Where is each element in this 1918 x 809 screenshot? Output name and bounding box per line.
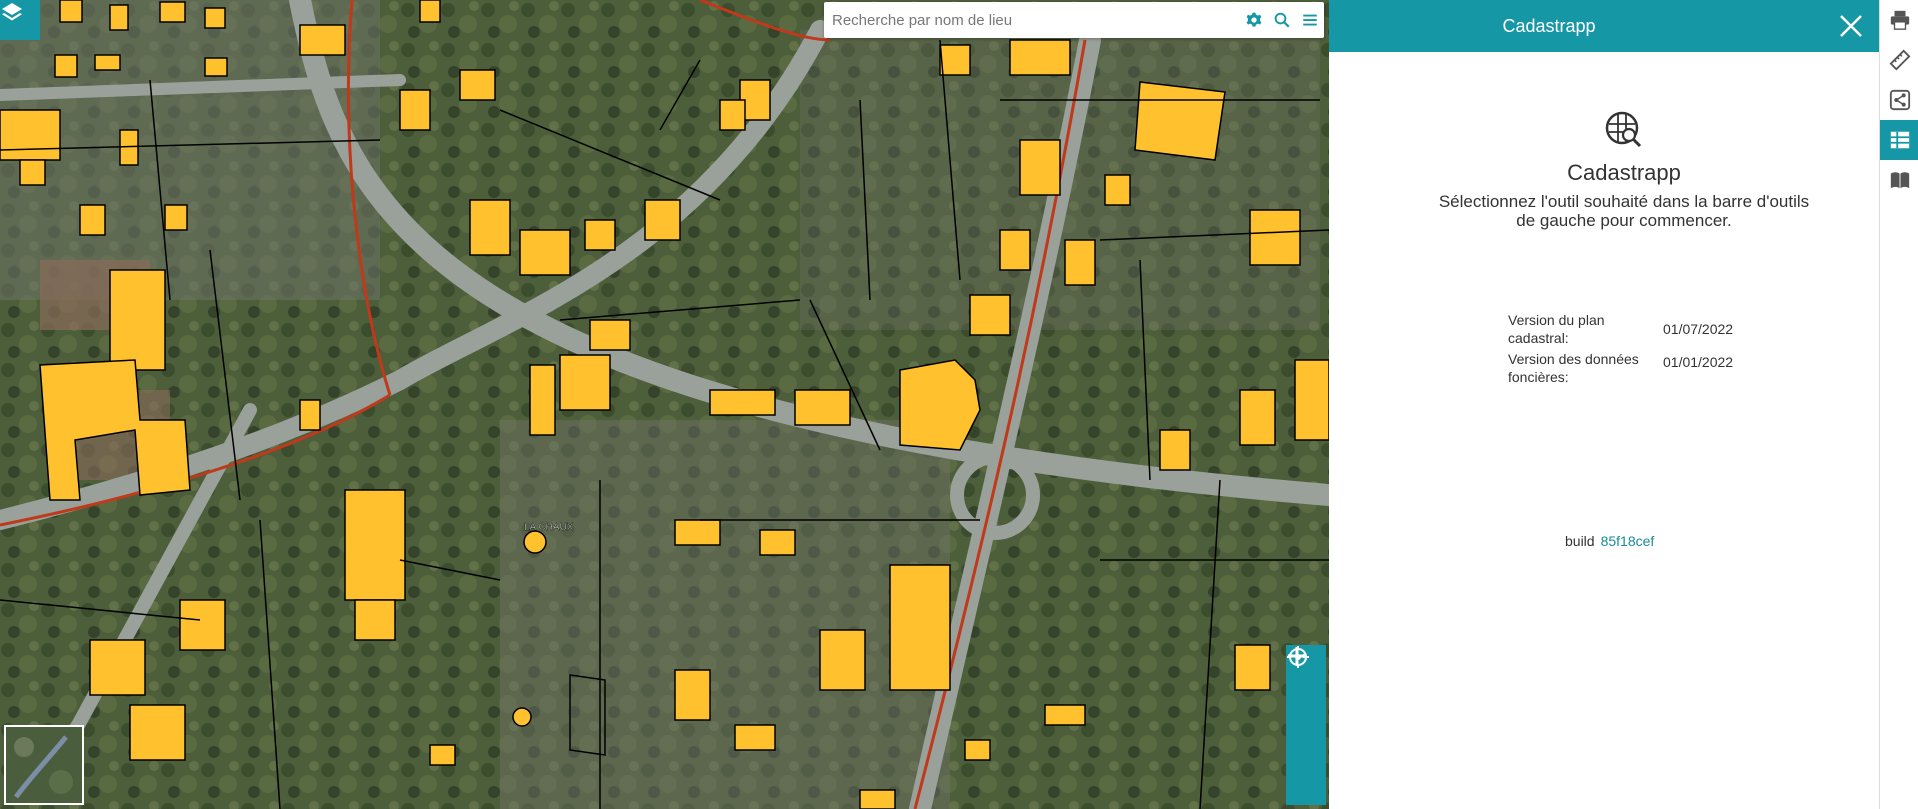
cadastrapp-logo-icon — [1605, 111, 1642, 148]
search-bar — [824, 2, 1324, 38]
right-toolbar — [1879, 0, 1918, 809]
build-label: build — [1565, 533, 1595, 549]
place-label: LA CHAUX — [524, 522, 574, 533]
panel-header: Cadastrapp — [1329, 0, 1879, 52]
map-canvas: LA CHAUX — [0, 0, 1329, 809]
book-icon — [1890, 172, 1909, 189]
more-button[interactable] — [1286, 653, 1326, 805]
version-value: 01/07/2022 — [1663, 321, 1734, 337]
cadastrapp-panel: Cadastrapp Cadastrapp Sélectionnez l'out… — [1329, 0, 1879, 809]
print-button[interactable] — [1880, 0, 1918, 40]
search-settings-button[interactable] — [1240, 3, 1268, 37]
zoom-out-button[interactable] — [1286, 654, 1326, 765]
search-button[interactable] — [1268, 3, 1296, 37]
print-icon — [1890, 10, 1909, 30]
measure-button[interactable] — [1880, 40, 1918, 80]
build-link[interactable]: 85f18cef — [1601, 533, 1655, 549]
zoom-in-button[interactable] — [1286, 647, 1326, 725]
version-label: Version du plan cadastral: — [1508, 312, 1605, 346]
build-info: build 85f18cef — [1565, 533, 1654, 549]
cadastrapp-button[interactable] — [1880, 120, 1918, 160]
map-view[interactable]: LA CHAUX — [0, 0, 1329, 809]
search-icon — [1274, 12, 1290, 28]
layers-icon — [2, 3, 22, 21]
overview-minimap[interactable] — [4, 725, 84, 805]
close-icon — [1840, 15, 1862, 37]
catalog-button[interactable] — [1880, 160, 1918, 200]
search-input[interactable] — [824, 3, 1240, 37]
app-name: Cadastrapp — [1567, 160, 1681, 185]
share-button[interactable] — [1880, 80, 1918, 120]
share-icon — [1889, 89, 1910, 111]
measure-icon — [1889, 49, 1910, 71]
version-value: 01/01/2022 — [1663, 354, 1734, 370]
layers-button[interactable] — [0, 0, 40, 40]
close-panel-button[interactable] — [1831, 6, 1871, 46]
intro-text: Sélectionnez l'outil souhaité dans la ba… — [1438, 192, 1810, 230]
menu-button[interactable] — [1296, 3, 1324, 37]
panel-content: Cadastrapp Sélectionnez l'outil souhaité… — [1369, 52, 1879, 809]
table-icon — [1890, 131, 1909, 149]
map-controls — [1286, 645, 1326, 805]
hamburger-menu-icon — [1303, 14, 1317, 26]
version-label: Version des données foncières: — [1508, 351, 1639, 385]
panel-title: Cadastrapp — [1502, 16, 1596, 36]
more-icon — [1287, 653, 1307, 659]
gear-icon — [1246, 12, 1262, 27]
minimap-image — [6, 727, 82, 803]
